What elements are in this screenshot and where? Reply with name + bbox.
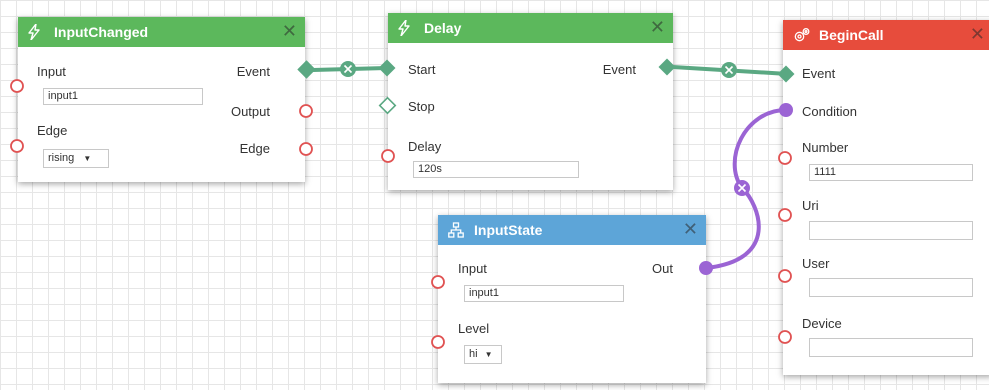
node-input-changed[interactable]: InputChanged ✕ Input input1 Edge rising … [18, 17, 305, 182]
input-label: Input [37, 64, 66, 79]
close-icon[interactable]: ✕ [683, 220, 698, 238]
out-port[interactable] [699, 261, 713, 275]
user-port[interactable] [778, 269, 792, 283]
chevron-down-icon: ▼ [484, 350, 493, 359]
out-label: Out [652, 261, 673, 276]
edge-output-label: Edge [239, 141, 270, 156]
level-label: Level [458, 321, 490, 336]
level-select[interactable]: hi ▼ [464, 345, 502, 364]
input-field[interactable]: input1 [43, 88, 203, 105]
input-label: Input [458, 261, 487, 276]
edge-label: Edge [37, 123, 68, 138]
stop-label: Stop [408, 99, 435, 114]
gears-icon [793, 27, 819, 43]
event-label: Event [802, 66, 836, 81]
device-port[interactable] [778, 330, 792, 344]
close-icon[interactable]: ✕ [970, 25, 985, 43]
level-port[interactable] [431, 335, 445, 349]
chevron-down-icon: ▼ [83, 154, 92, 163]
close-icon[interactable]: ✕ [650, 18, 665, 36]
node-title: Delay [424, 20, 462, 36]
close-icon[interactable]: ✕ [282, 22, 297, 40]
edge-select[interactable]: rising ▼ [43, 149, 109, 168]
delete-connection-icon[interactable] [721, 62, 737, 78]
edge-port[interactable] [10, 139, 24, 153]
number-port[interactable] [778, 151, 792, 165]
condition-label: Condition [802, 104, 857, 119]
node-header[interactable]: InputChanged ✕ [18, 17, 305, 47]
input-port[interactable] [10, 79, 24, 93]
level-select-value: hi [469, 348, 478, 360]
start-label: Start [408, 62, 436, 77]
node-begin-call[interactable]: BeginCall ✕ Event Condition Number 1111 … [783, 20, 989, 375]
node-input-state[interactable]: InputState ✕ Input input1 Level hi ▼ Out [438, 215, 706, 383]
device-label: Device [802, 316, 842, 331]
uri-port[interactable] [778, 208, 792, 222]
delay-field[interactable]: 120s [413, 161, 579, 178]
node-title: InputState [474, 222, 543, 238]
node-header[interactable]: InputState ✕ [438, 215, 706, 245]
input-port[interactable] [431, 275, 445, 289]
lightning-icon [28, 24, 54, 40]
delete-connection-icon[interactable] [340, 61, 356, 77]
delay-label: Delay [408, 139, 442, 154]
condition-port[interactable] [779, 103, 793, 117]
output-label: Output [230, 104, 270, 119]
event-output-label: Event [602, 62, 636, 77]
hierarchy-icon [448, 222, 474, 238]
uri-field[interactable] [809, 221, 973, 240]
node-header[interactable]: BeginCall ✕ [783, 20, 989, 50]
delete-connection-icon[interactable] [734, 180, 750, 196]
user-field[interactable] [809, 278, 973, 297]
user-label: User [802, 256, 830, 271]
number-label: Number [802, 140, 849, 155]
node-delay[interactable]: Delay ✕ Start Stop Delay 120s Event [388, 13, 673, 190]
uri-label: Uri [802, 198, 819, 213]
event-output-label: Event [236, 64, 270, 79]
node-title: BeginCall [819, 27, 884, 43]
input-field[interactable]: input1 [464, 285, 624, 302]
edge-select-value: rising [48, 152, 75, 164]
device-field[interactable] [809, 338, 973, 357]
node-header[interactable]: Delay ✕ [388, 13, 673, 43]
node-title: InputChanged [54, 24, 149, 40]
delay-port[interactable] [381, 149, 395, 163]
number-field[interactable]: 1111 [809, 164, 973, 181]
output-port[interactable] [299, 104, 313, 118]
lightning-icon [398, 20, 424, 36]
edge-output-port[interactable] [299, 142, 313, 156]
